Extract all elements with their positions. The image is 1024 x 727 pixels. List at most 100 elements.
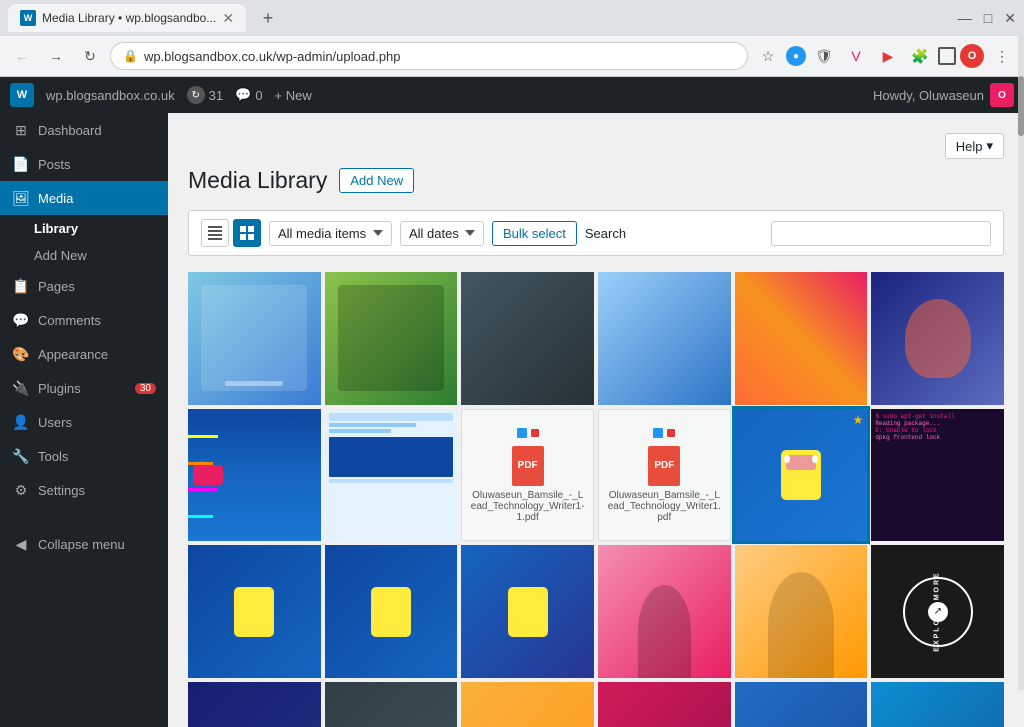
- toolbar-icons: ☆ ● 🛡 V ▶ 🧩 O ⋮: [754, 42, 1016, 70]
- sidebar-label-plugins: Plugins: [38, 381, 81, 396]
- url-text: wp.blogsandbox.co.uk/wp-admin/upload.php: [144, 49, 735, 64]
- vivaldi-icon[interactable]: V: [842, 42, 870, 70]
- media-item[interactable]: [598, 682, 731, 727]
- scrollbar[interactable]: [1018, 36, 1024, 690]
- new-tab-button[interactable]: +: [254, 4, 282, 32]
- sidebar-item-pages[interactable]: 📋 Pages: [0, 269, 168, 303]
- maximize-icon[interactable]: □: [984, 10, 992, 26]
- media-item[interactable]: $ sudo apt-get install Reading package..…: [871, 409, 1004, 542]
- media-icon: 🖼: [12, 189, 30, 207]
- sidebar-label-media: Media: [38, 191, 73, 206]
- forward-button[interactable]: →: [42, 42, 70, 70]
- back-button[interactable]: ←: [8, 42, 36, 70]
- media-item[interactable]: [461, 272, 594, 405]
- wp-logo[interactable]: W: [10, 83, 34, 107]
- media-type-filter[interactable]: All media items: [269, 221, 392, 246]
- media-item[interactable]: [598, 545, 731, 678]
- tab-title: Media Library • wp.blogsandbo...: [42, 11, 216, 25]
- minimize-icon[interactable]: ―: [958, 10, 972, 26]
- media-item[interactable]: [735, 545, 868, 678]
- grid-view-button[interactable]: [233, 219, 261, 247]
- pdf-filename: Oluwaseun_Bamsile_-_Lead_Technology_Writ…: [470, 490, 585, 523]
- browser-titlebar: W Media Library • wp.blogsandbo... ✕ + ―…: [0, 0, 1024, 36]
- date-filter-wrapper: All dates: [400, 221, 484, 246]
- lock-icon: 🔒: [123, 49, 138, 63]
- shield-icon[interactable]: 🛡: [810, 42, 838, 70]
- sidebar-item-settings[interactable]: ⚙ Settings: [0, 473, 168, 507]
- sidebar-label-appearance: Appearance: [38, 347, 108, 362]
- media-item[interactable]: [461, 682, 594, 727]
- wordpress-favicon: W: [20, 10, 36, 26]
- media-item[interactable]: [871, 272, 1004, 405]
- site-name[interactable]: wp.blogsandbox.co.uk: [46, 88, 175, 103]
- search-input[interactable]: [771, 221, 991, 246]
- media-star: ★: [853, 413, 864, 427]
- date-filter[interactable]: All dates: [400, 221, 484, 246]
- close-tab-icon[interactable]: ✕: [222, 10, 234, 27]
- sidebar-label-users: Users: [38, 415, 72, 430]
- pdf-icon: PDF: [648, 446, 680, 486]
- sidebar-submenu-library[interactable]: Library: [0, 215, 168, 242]
- browser-tab[interactable]: W Media Library • wp.blogsandbo... ✕: [8, 4, 246, 32]
- sidebar-label-pages: Pages: [38, 279, 75, 294]
- collapse-icon: ◀: [12, 535, 30, 553]
- address-bar[interactable]: 🔒 wp.blogsandbox.co.uk/wp-admin/upload.p…: [110, 42, 748, 70]
- dashboard-icon: ⊞: [12, 121, 30, 139]
- sidebar-item-dashboard[interactable]: ⊞ Dashboard: [0, 113, 168, 147]
- media-item[interactable]: EXPLORE MORE ↗: [871, 545, 1004, 678]
- update-count[interactable]: ↻ 31: [187, 86, 223, 104]
- media-item[interactable]: [735, 682, 868, 727]
- extensions-icon[interactable]: ●: [786, 46, 806, 66]
- close-window-icon[interactable]: ✕: [1004, 10, 1016, 27]
- media-item[interactable]: [325, 409, 458, 542]
- comment-count[interactable]: 💬 0: [235, 87, 262, 103]
- sidebar-label-dashboard: Dashboard: [38, 123, 102, 138]
- puzzle-icon[interactable]: 🧩: [906, 42, 934, 70]
- users-icon: 👤: [12, 413, 30, 431]
- media-item[interactable]: [188, 409, 321, 542]
- media-item[interactable]: [871, 682, 1004, 727]
- help-button[interactable]: Help ▾: [945, 133, 1004, 159]
- media-item[interactable]: [598, 272, 731, 405]
- bulk-select-button[interactable]: Bulk select: [492, 221, 577, 246]
- media-item[interactable]: [188, 272, 321, 405]
- star-icon[interactable]: ☆: [754, 42, 782, 70]
- new-item-button[interactable]: + New: [275, 88, 312, 103]
- browser-chrome: W Media Library • wp.blogsandbo... ✕ + ―…: [0, 0, 1024, 77]
- media-item-pdf[interactable]: PDF Oluwaseun_Bamsile_-_Lead_Technology_…: [461, 409, 594, 542]
- youtube-icon[interactable]: ▶: [874, 42, 902, 70]
- sidebar-item-comments[interactable]: 💬 Comments: [0, 303, 168, 337]
- pages-icon: 📋: [12, 277, 30, 295]
- sidebar-submenu-add-new[interactable]: Add New: [0, 242, 168, 269]
- tab-stack-icon[interactable]: [938, 47, 956, 65]
- user-avatar[interactable]: O: [990, 83, 1014, 107]
- posts-icon: 📄: [12, 155, 30, 173]
- refresh-button[interactable]: ↻: [76, 42, 104, 70]
- sidebar-item-tools[interactable]: 🔧 Tools: [0, 439, 168, 473]
- media-item[interactable]: [461, 545, 594, 678]
- scrollbar-thumb[interactable]: [1018, 76, 1024, 136]
- add-new-button[interactable]: Add New: [339, 168, 414, 193]
- sidebar-label-tools: Tools: [38, 449, 68, 464]
- menu-icon[interactable]: ⋮: [988, 42, 1016, 70]
- profile-button[interactable]: O: [960, 44, 984, 68]
- media-item[interactable]: [188, 545, 321, 678]
- media-item[interactable]: [325, 272, 458, 405]
- sidebar-item-media[interactable]: 🖼 Media: [0, 181, 168, 215]
- sidebar-item-plugins[interactable]: 🔌 Plugins 30: [0, 371, 168, 405]
- sidebar-item-collapse[interactable]: ◀ Collapse menu: [0, 527, 168, 561]
- comment-icon: 💬: [235, 87, 251, 103]
- media-item-selected[interactable]: ★: [735, 409, 868, 542]
- pdf-filename: Oluwaseun_Bamsile_-_Lead_Technology_Writ…: [607, 490, 722, 523]
- media-item[interactable]: [325, 545, 458, 678]
- list-view-button[interactable]: [201, 219, 229, 247]
- sidebar-item-users[interactable]: 👤 Users: [0, 405, 168, 439]
- media-item-pdf[interactable]: PDF Oluwaseun_Bamsile_-_Lead_Technology_…: [598, 409, 731, 542]
- appearance-icon: 🎨: [12, 345, 30, 363]
- media-item[interactable]: [188, 682, 321, 727]
- chevron-down-icon: ▾: [986, 138, 993, 154]
- sidebar-item-posts[interactable]: 📄 Posts: [0, 147, 168, 181]
- media-item[interactable]: [325, 682, 458, 727]
- media-item[interactable]: [735, 272, 868, 405]
- sidebar-item-appearance[interactable]: 🎨 Appearance: [0, 337, 168, 371]
